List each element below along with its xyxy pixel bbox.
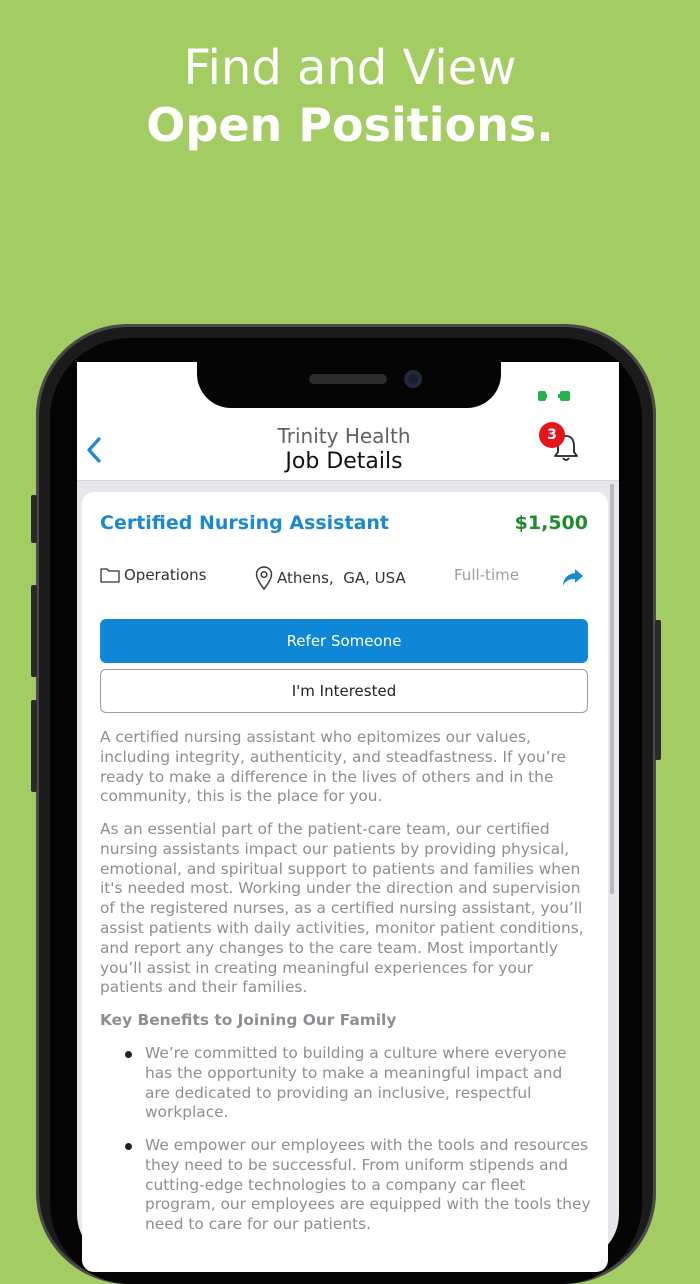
job-title: Certified Nursing Assistant [100,512,389,534]
headline-line2: Open Positions. [146,98,554,152]
job-salary: $1,500 [514,512,588,534]
notification-badge: 3 [539,422,565,448]
description-paragraph-2: As an essential part of the patient-care… [100,820,584,997]
notch [197,362,501,408]
front-camera [404,370,422,388]
power-button [655,620,661,760]
battery-icon [538,391,570,401]
description-paragraph-1: A certified nursing assistant who epitom… [100,728,566,806]
im-interested-button[interactable]: I'm Interested [100,669,588,713]
mute-switch [31,495,37,543]
employment-type-label: Full-time [454,566,519,584]
scrollbar[interactable] [610,484,614,894]
benefit-item: We empower our employees with the tools … [145,1136,591,1234]
folder-icon [100,568,120,583]
bullet-dot [125,1143,132,1150]
department-label: Operations [124,566,207,584]
volume-down-button [31,700,37,792]
organization-name: Trinity Health [277,424,411,448]
bullet-dot [125,1051,132,1058]
location-pin-icon [255,566,273,590]
job-department: Operations [100,566,206,584]
job-employment-type: Full-time [454,566,519,584]
speaker [309,374,387,384]
page-title: Job Details [285,449,403,474]
refer-someone-button[interactable]: Refer Someone [100,619,588,663]
benefits-heading: Key Benefits to Joining Our Family [100,1011,397,1029]
headline-line1: Find and View [183,40,517,96]
job-location: Athens, GA, USA [255,566,406,590]
location-label: Athens, GA, USA [277,569,406,587]
benefit-item: We’re committed to building a culture wh… [145,1044,567,1122]
share-icon[interactable] [562,567,584,587]
volume-up-button [31,585,37,677]
